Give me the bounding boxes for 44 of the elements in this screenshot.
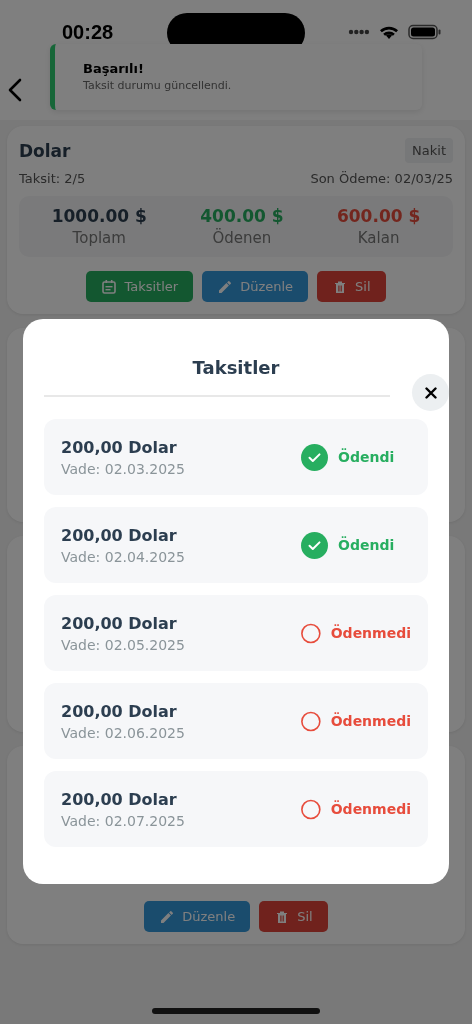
calendar-icon bbox=[101, 278, 118, 295]
toast-message: Taksit durumu güncellendi. bbox=[83, 79, 233, 92]
payment-type-badge: Nakit bbox=[405, 138, 453, 163]
close-button[interactable] bbox=[412, 374, 449, 411]
pencil-icon bbox=[159, 908, 176, 925]
due-date: Vade: 02.04.2025 bbox=[61, 548, 185, 565]
status-time: 00:28 bbox=[62, 20, 114, 44]
back-button[interactable] bbox=[8, 78, 22, 102]
back-chevron-icon bbox=[8, 78, 22, 102]
due-date: Vade: 02.03.2025 bbox=[61, 460, 185, 477]
last-payment-date: Son Ödeme: 02/03/25 bbox=[310, 171, 453, 186]
installment-amount: 200,00 Dolar bbox=[61, 789, 178, 809]
installment-count: Taksit: 2/5 bbox=[19, 171, 86, 186]
payment-status: Ödenmedi bbox=[330, 713, 411, 729]
payment-status: Ödenmedi bbox=[330, 801, 411, 817]
amount-label: Toplam bbox=[72, 229, 126, 247]
dialog-title: Taksitler bbox=[191, 357, 281, 378]
payment-status: Ödendi bbox=[338, 537, 395, 553]
amount-label: Kalan bbox=[357, 229, 400, 247]
installment-row[interactable]: 200,00 Dolar Vade: 02.04.2025 Ödendi bbox=[44, 507, 428, 583]
installment-row[interactable]: 200,00 Dolar Vade: 02.05.2025 Ödenmedi bbox=[44, 595, 428, 671]
installment-row[interactable]: 200,00 Dolar Vade: 02.06.2025 Ödenmedi bbox=[44, 683, 428, 759]
amount-value: 600.00 $ bbox=[336, 206, 421, 226]
pencil-icon bbox=[217, 278, 234, 295]
close-icon bbox=[424, 386, 437, 399]
amount-label: Ödenen bbox=[212, 229, 272, 247]
due-date: Vade: 02.06.2025 bbox=[61, 724, 185, 741]
toast-title: Başarılı! bbox=[83, 61, 145, 76]
installment-row[interactable]: 200,00 Dolar Vade: 02.07.2025 Ödenmedi bbox=[44, 771, 428, 847]
payment-status: Ödendi bbox=[338, 449, 395, 465]
due-date: Vade: 02.07.2025 bbox=[61, 812, 185, 829]
installment-amount: 200,00 Dolar bbox=[61, 701, 178, 721]
installment-amount: 200,00 Dolar bbox=[61, 437, 178, 457]
due-date: Vade: 02.05.2025 bbox=[61, 636, 185, 653]
installment-amount: 200,00 Dolar bbox=[61, 613, 178, 633]
amount-value: 400.00 $ bbox=[200, 206, 284, 226]
installment-row[interactable]: 200,00 Dolar Vade: 02.03.2025 Ödendi bbox=[44, 419, 428, 495]
signal-dots-icon bbox=[348, 29, 370, 35]
installment-amount: 200,00 Dolar bbox=[61, 525, 178, 545]
wifi-icon bbox=[379, 24, 399, 40]
amount-value: 1000.00 $ bbox=[51, 206, 147, 226]
battery-icon bbox=[408, 24, 442, 40]
payment-status: Ödenmedi bbox=[330, 625, 411, 641]
card-title: Dolar bbox=[19, 140, 71, 161]
